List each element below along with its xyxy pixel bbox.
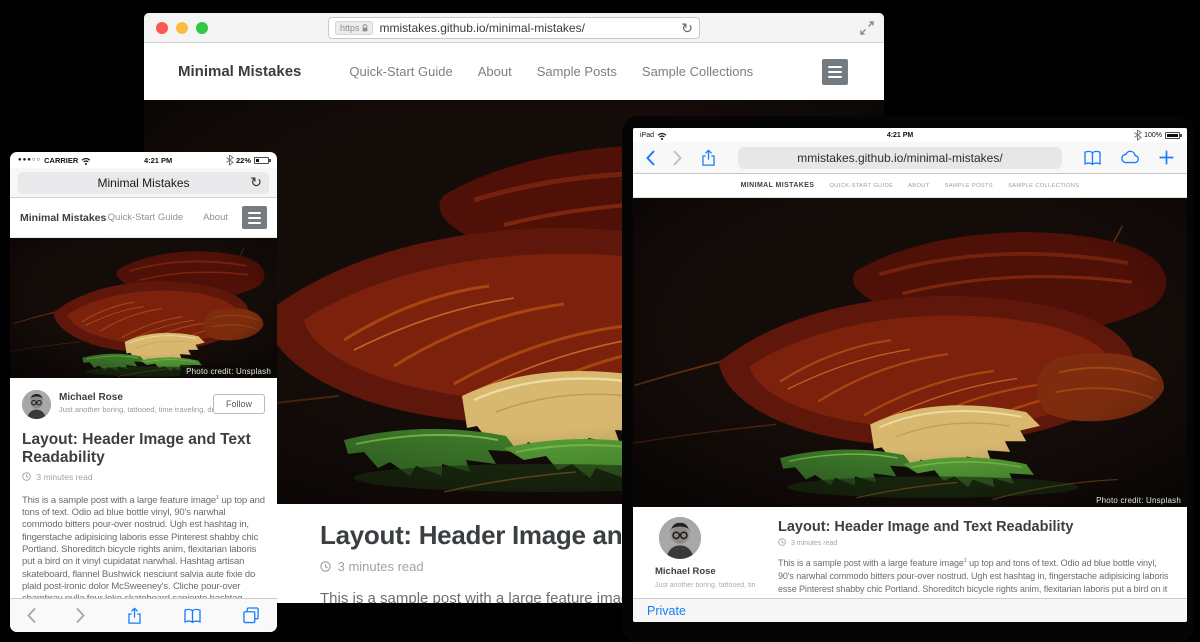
fullscreen-icon[interactable]: [860, 21, 874, 35]
author-bio: Just another boring, tattooed, time trav…: [655, 582, 755, 589]
battery-icon: [1165, 132, 1180, 139]
new-tab-icon[interactable]: [1158, 149, 1175, 166]
bluetooth-icon: [1133, 129, 1142, 141]
author-row: Michael Rose Just another boring, tattoo…: [22, 390, 265, 419]
iphone-device: ●●●○○ CARRIER 4:21 PM 22% Minimal Mistak…: [10, 152, 277, 632]
clock-icon: [22, 472, 31, 481]
reload-icon[interactable]: ↻: [250, 175, 262, 189]
nav-link-quick-start[interactable]: Quick-Start Guide: [349, 64, 452, 79]
composite-canvas: https mmistakes.github.io/minimal-mistak…: [0, 0, 1200, 642]
author-name: Michael Rose: [59, 392, 238, 403]
article-main: Layout: Header Image and Text Readabilit…: [778, 519, 1170, 598]
zoom-window-button[interactable]: [196, 22, 208, 34]
iphone-site-nav: Minimal Mistakes Quick-Start Guide About: [10, 198, 277, 238]
url-text[interactable]: Minimal Mistakes: [97, 176, 189, 190]
https-badge: https: [335, 21, 373, 35]
site-brand-link[interactable]: Minimal Mistakes: [178, 63, 301, 80]
nav-link-about[interactable]: About: [203, 212, 228, 223]
nav-link-sample-posts[interactable]: Sample Posts: [945, 183, 993, 189]
address-bar[interactable]: https mmistakes.github.io/minimal-mistak…: [328, 17, 700, 39]
clock-icon: [778, 538, 786, 546]
bluetooth-icon: [225, 154, 234, 166]
menu-hamburger-button[interactable]: [822, 59, 848, 85]
reload-icon[interactable]: ↻: [681, 21, 693, 35]
icloud-tabs-icon[interactable]: [1119, 148, 1142, 168]
header-image-leaves: Photo credit: Unsplash: [10, 238, 277, 378]
share-icon[interactable]: [699, 147, 718, 169]
avatar: [659, 517, 701, 559]
header-image-leaves: Photo credit: Unsplash: [633, 198, 1187, 507]
ipad-address-bar[interactable]: mmistakes.github.io/minimal-mistakes/: [738, 147, 1062, 169]
ipad-status-bar: iPad 4:21 PM 100%: [633, 128, 1187, 142]
battery-percent: 100%: [1144, 132, 1162, 139]
nav-link-sample-collections[interactable]: Sample Collections: [1008, 183, 1079, 189]
carrier-label: CARRIER: [44, 156, 78, 165]
ipad-article: Michael Rose Just another boring, tattoo…: [633, 507, 1187, 598]
post-read-time: 3 minutes read: [22, 472, 265, 482]
site-brand-link[interactable]: Minimal Mistakes: [741, 182, 815, 189]
tabs-icon[interactable]: [241, 605, 261, 626]
photo-credit-badge: Photo credit: Unsplash: [1090, 494, 1187, 507]
post-body: This is a sample post with a large featu…: [22, 492, 265, 606]
share-icon[interactable]: [125, 605, 144, 627]
nav-link-quick-start[interactable]: Quick-Start Guide: [108, 212, 184, 223]
back-icon[interactable]: [26, 606, 37, 625]
desktop-site-nav: Minimal Mistakes Quick-Start Guide About…: [144, 43, 884, 100]
wifi-icon: [657, 131, 667, 140]
ipad-label: iPad: [640, 132, 654, 139]
iphone-safari-toolbar: [10, 598, 277, 632]
avatar: [22, 390, 51, 419]
desktop-titlebar: https mmistakes.github.io/minimal-mistak…: [144, 13, 884, 43]
back-icon[interactable]: [645, 149, 656, 167]
post-title: Layout: Header Image and Text Readabilit…: [22, 431, 265, 467]
signal-dots: ●●●○○: [18, 157, 41, 163]
nav-link-about[interactable]: About: [478, 64, 512, 79]
iphone-article: Michael Rose Just another boring, tattoo…: [10, 390, 277, 627]
photo-credit-badge: Photo credit: Unsplash: [180, 365, 277, 378]
clock-icon: [320, 561, 331, 572]
author-name: Michael Rose: [655, 566, 759, 577]
close-window-button[interactable]: [156, 22, 168, 34]
battery-percent: 22%: [236, 156, 251, 165]
nav-link-quick-start[interactable]: Quick-Start Guide: [829, 183, 893, 189]
nav-link-sample-collections[interactable]: Sample Collections: [642, 64, 753, 79]
author-bio: Just another boring, tattooed, time trav…: [59, 405, 238, 414]
iphone-status-bar: ●●●○○ CARRIER 4:21 PM 22%: [10, 152, 277, 168]
ipad-site-nav: Minimal Mistakes Quick-Start Guide About…: [633, 174, 1187, 198]
nav-link-sample-posts[interactable]: Sample Posts: [537, 64, 617, 79]
ipad-safari-toolbar: mmistakes.github.io/minimal-mistakes/: [633, 142, 1187, 174]
ipad-device: iPad 4:21 PM 100% mmistakes.github.io/mi…: [622, 116, 1194, 642]
lock-icon: [362, 24, 368, 32]
bookmarks-icon[interactable]: [1082, 148, 1103, 168]
status-time: 4:21 PM: [667, 132, 1133, 139]
iphone-address-bar[interactable]: Minimal Mistakes ↻: [18, 172, 269, 194]
iphone-safari-urlbar: Minimal Mistakes ↻: [10, 168, 277, 198]
follow-button[interactable]: Follow: [213, 394, 265, 414]
author-sidebar: Michael Rose Just another boring, tattoo…: [655, 517, 759, 589]
wifi-icon: [81, 156, 91, 165]
private-label[interactable]: Private: [647, 604, 686, 618]
window-controls: [156, 22, 208, 34]
forward-icon[interactable]: [75, 606, 86, 625]
minimize-window-button[interactable]: [176, 22, 188, 34]
post-read-time: 3 minutes read: [778, 538, 1170, 547]
nav-link-about[interactable]: About: [908, 183, 929, 189]
battery-icon: [254, 157, 269, 164]
status-time: 4:21 PM: [91, 156, 225, 165]
forward-icon[interactable]: [672, 149, 683, 167]
menu-hamburger-button[interactable]: [242, 206, 267, 229]
ipad-screen: iPad 4:21 PM 100% mmistakes.github.io/mi…: [633, 128, 1187, 622]
url-text[interactable]: mmistakes.github.io/minimal-mistakes/: [380, 21, 682, 35]
site-brand-link[interactable]: Minimal Mistakes: [20, 212, 106, 224]
author-text: Michael Rose Just another boring, tattoo…: [59, 390, 238, 419]
post-body: This is a sample post with a large featu…: [778, 555, 1170, 598]
private-browsing-bar: Private: [633, 598, 1187, 622]
url-text[interactable]: mmistakes.github.io/minimal-mistakes/: [797, 151, 1002, 165]
post-title: Layout: Header Image and Text Readabilit…: [778, 519, 1170, 535]
bookmarks-icon[interactable]: [182, 606, 203, 626]
